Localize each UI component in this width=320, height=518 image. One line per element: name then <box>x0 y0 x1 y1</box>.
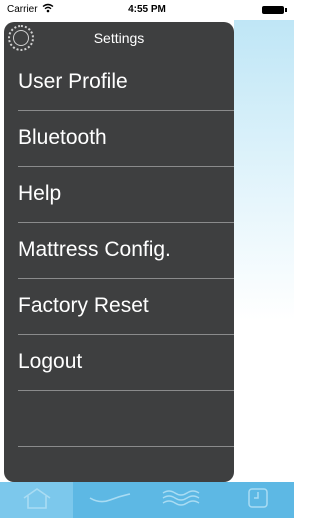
home-icon <box>21 486 53 515</box>
tab-home[interactable] <box>0 482 73 518</box>
menu-item-user-profile[interactable]: User Profile <box>4 55 234 111</box>
menu-item-empty <box>4 391 234 447</box>
status-time: 4:55 PM <box>128 4 166 15</box>
tab-clock[interactable] <box>221 482 294 518</box>
tab-bar <box>0 482 294 518</box>
menu-item-logout[interactable]: Logout <box>4 335 234 391</box>
menu-item-bluetooth[interactable]: Bluetooth <box>4 111 234 167</box>
menu-item-factory-reset[interactable]: Factory Reset <box>4 279 234 335</box>
drawer-title: Settings <box>93 30 145 46</box>
clock-icon <box>246 486 270 515</box>
settings-drawer: Settings User Profile Bluetooth Help Mat… <box>4 22 234 482</box>
tab-wave[interactable] <box>73 482 146 518</box>
main-content-background <box>234 20 294 482</box>
battery-icon <box>262 6 287 14</box>
tab-waves[interactable] <box>146 482 219 518</box>
drawer-header: Settings <box>4 22 234 56</box>
waves-icon <box>161 487 205 514</box>
menu-item-mattress-config[interactable]: Mattress Config. <box>4 223 234 279</box>
status-bar: Carrier 4:55 PM <box>0 0 294 20</box>
wave-icon <box>88 488 132 513</box>
settings-menu: User Profile Bluetooth Help Mattress Con… <box>4 55 234 447</box>
menu-item-help[interactable]: Help <box>4 167 234 223</box>
